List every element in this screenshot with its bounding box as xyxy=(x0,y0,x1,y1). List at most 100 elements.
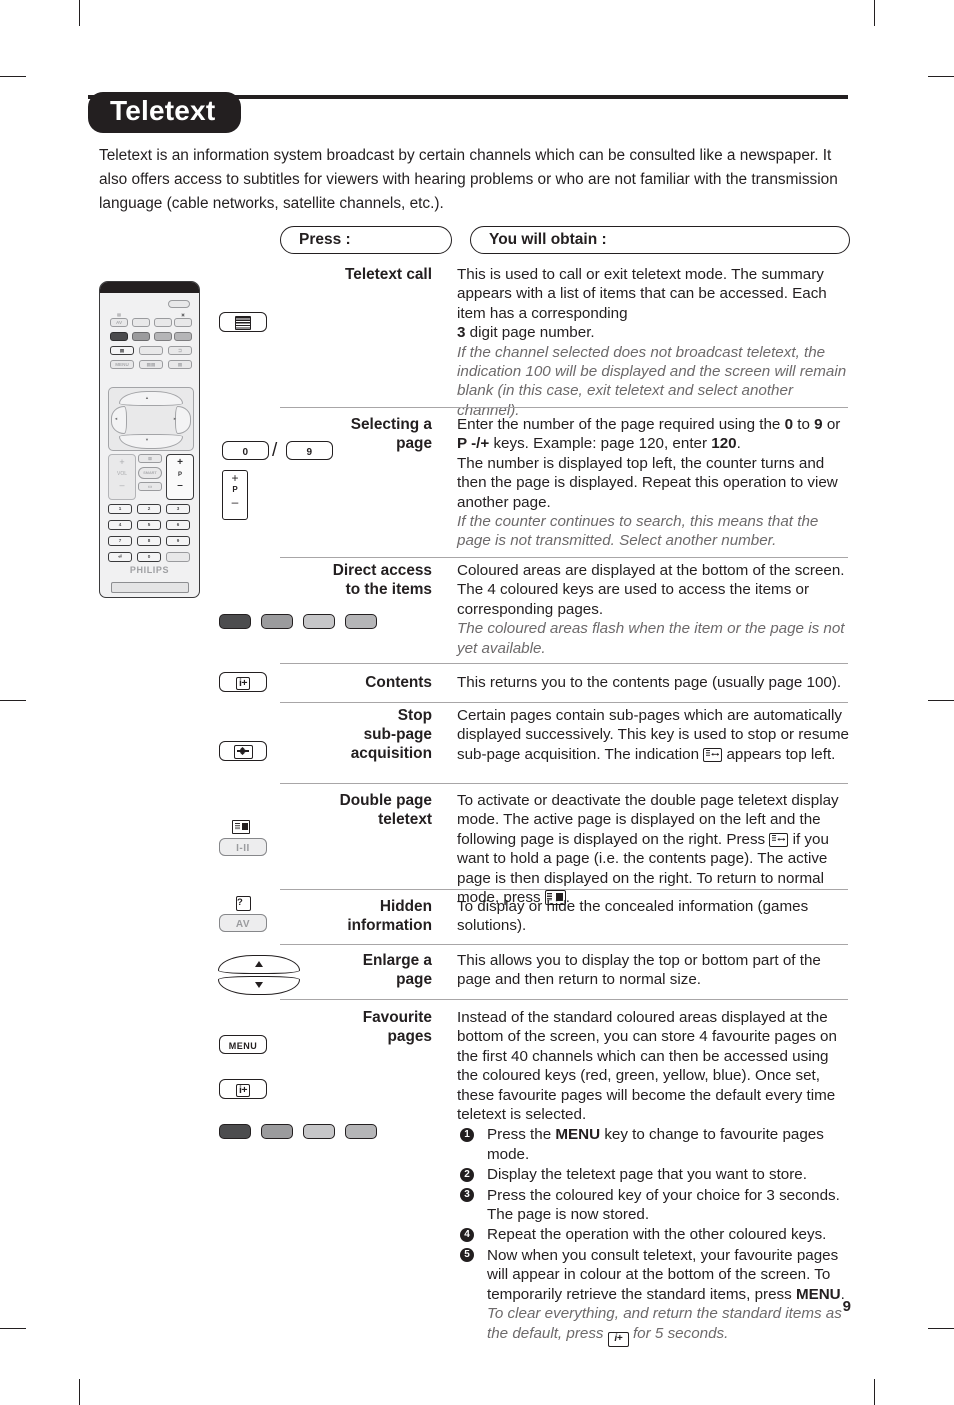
row-separator xyxy=(280,944,848,945)
favourite-info-key[interactable]: i+ xyxy=(219,1079,267,1099)
row-label-hidden-information: Hidden information xyxy=(347,898,432,934)
yellow-key[interactable] xyxy=(303,1124,335,1139)
remote-digit-9: 9 xyxy=(166,536,190,546)
remote-volume-control: + VOL – xyxy=(108,454,136,500)
hidden-info-icon: ? xyxy=(236,896,251,911)
row-label-contents: Contents xyxy=(365,674,432,691)
remote-prev-channel-key: ⏎ xyxy=(108,552,132,562)
key-separator-slash: / xyxy=(272,440,278,461)
row-label-direct-access: Direct access to the items xyxy=(332,562,432,598)
row-separator xyxy=(280,783,848,784)
row-label-enlarge-page: Enlarge a page xyxy=(362,952,432,988)
step-text-lead: Repeat the operation with the other colo… xyxy=(487,1226,827,1244)
favourite-step-2: 2 Display the teletext page that you want… xyxy=(457,1165,853,1184)
program-updown-key[interactable]: + P – xyxy=(222,470,248,520)
remote-mute-glyph: ▣ xyxy=(181,312,185,317)
remote-dblpage-key: ▤▤ xyxy=(139,360,163,369)
favourite-pages-intro: Instead of the standard coloured areas d… xyxy=(457,1009,837,1124)
remote-program-plus: + xyxy=(177,457,183,468)
blue-key[interactable] xyxy=(345,1124,377,1139)
remote-volume-plus: + xyxy=(119,457,125,467)
remote-digit-7: 7 xyxy=(108,536,132,546)
contents-key[interactable]: i+ xyxy=(219,672,267,692)
menu-key[interactable]: MENU xyxy=(219,1035,267,1054)
remote-key-r3 xyxy=(154,318,172,327)
column-header-obtain: You will obtain : xyxy=(470,226,850,254)
row-body-hidden-information: To display or hide the concealed informa… xyxy=(457,898,809,935)
yellow-key[interactable] xyxy=(303,614,335,629)
stop-subpage-key[interactable] xyxy=(219,741,267,761)
program-plus-label: + xyxy=(231,471,239,485)
favourite-pages-steps: 1 Press the MENU key to change to favouri… xyxy=(457,1125,853,1304)
row-body-enlarge-page: This allows you to display the top or bo… xyxy=(457,952,821,989)
blue-key[interactable] xyxy=(345,614,377,629)
step-text-lead: Display the teletext page that you want … xyxy=(487,1166,807,1184)
row-separator xyxy=(280,557,848,558)
remote-teletext-key: ▤ xyxy=(110,346,134,355)
remote-digit-1: 1 xyxy=(108,504,132,514)
row-body-teletext-call: This is used to call or exit teletext mo… xyxy=(457,265,851,420)
teletext-call-key[interactable] xyxy=(219,312,267,332)
remote-subpage-key: ▤ xyxy=(168,360,192,369)
step-text: Display the teletext page that you want … xyxy=(487,1166,807,1183)
av-key-label: AV xyxy=(235,919,251,930)
green-key[interactable] xyxy=(261,614,293,629)
selecting-page-p2: The number is displayed top left, the co… xyxy=(457,454,838,511)
remote-blue-key xyxy=(174,332,192,341)
remote-cursor-down-arrow: ▼ xyxy=(145,437,149,442)
remote-digit-2: 2 xyxy=(137,504,161,514)
row-separator xyxy=(280,702,848,703)
remote-key-r2 xyxy=(132,318,150,327)
manual-page: Teletext Teletext is an information syst… xyxy=(0,0,954,1405)
favourite-step-4: 4 Repeat the operation with the other col… xyxy=(457,1225,853,1244)
remote-program-minus: – xyxy=(177,480,183,491)
remote-standby-key xyxy=(168,300,190,308)
row-label-double-page: Double page teletext xyxy=(339,792,432,828)
remote-teletext-glyph: ▤ xyxy=(117,312,121,317)
remote-digit-3: 3 xyxy=(166,504,190,514)
step-number-badge: 4 xyxy=(460,1227,474,1242)
step-text-lead: Now when you consult teletext, your favo… xyxy=(487,1246,839,1303)
remote-cursor-pad: ▲ ◄ ► ▼ xyxy=(108,387,194,451)
remote-brand-logo: PHILIPS xyxy=(129,565,170,575)
remote-key-av: AV xyxy=(110,318,128,327)
row-label-selecting-page: Selecting a page xyxy=(350,416,432,452)
remote-bottom-panel xyxy=(111,582,189,593)
row-label-teletext-call: Teletext call xyxy=(345,266,432,283)
red-key[interactable] xyxy=(219,614,251,629)
step-text-emphasis: MENU xyxy=(795,1285,841,1303)
digit-key-0[interactable]: 0 xyxy=(222,441,269,460)
remote-digit-6: 6 xyxy=(166,520,190,530)
remote-menu-key: MENU xyxy=(110,360,134,369)
row-body-stop-subpage: Certain pages contain sub-pages which ar… xyxy=(457,707,849,763)
row-body-direct-access: Coloured areas are displayed at the bott… xyxy=(457,561,851,658)
av-key[interactable]: AV xyxy=(219,914,267,932)
remote-key-r4 xyxy=(174,318,192,327)
teletext-call-note: If the channel selected does not broadca… xyxy=(457,343,847,419)
remote-cursor-up xyxy=(119,391,183,406)
sound-mode-key[interactable]: I-II xyxy=(219,838,267,856)
subpage-hold-icon xyxy=(233,744,253,759)
row-body-selecting-page: Enter the number of the page required us… xyxy=(457,415,851,551)
step-number-badge: 2 xyxy=(460,1167,474,1182)
teletext-icon xyxy=(235,315,251,330)
menu-key-label: MENU xyxy=(228,1041,258,1051)
info-plus-icon: i+ xyxy=(235,677,251,690)
intro-paragraph: Teletext is an information system broadc… xyxy=(99,147,838,212)
step-number-badge: 3 xyxy=(460,1188,474,1203)
step-text-lead: Press the xyxy=(487,1126,556,1144)
teletext-call-digits-rest: digit page number. xyxy=(465,324,595,342)
row-separator xyxy=(280,999,848,1000)
red-key[interactable] xyxy=(219,1124,251,1139)
green-key[interactable] xyxy=(261,1124,293,1139)
row-separator xyxy=(280,407,848,408)
remote-ir-window xyxy=(100,282,199,293)
row-label-stop-subpage: Stop sub-page acquisition xyxy=(350,707,432,762)
row-label-favourite-pages: Favourite pages xyxy=(362,1009,432,1045)
step-number-badge: 1 xyxy=(460,1127,474,1142)
remote-volume-label: VOL xyxy=(116,471,127,477)
favourite-step-3: 3 Press the coloured key of your choice f… xyxy=(457,1186,853,1225)
step-text: Repeat the operation with the other colo… xyxy=(487,1226,826,1243)
step-text: Now when you consult teletext, your favo… xyxy=(487,1247,845,1303)
remote-surf-key: ▭ xyxy=(138,482,162,491)
